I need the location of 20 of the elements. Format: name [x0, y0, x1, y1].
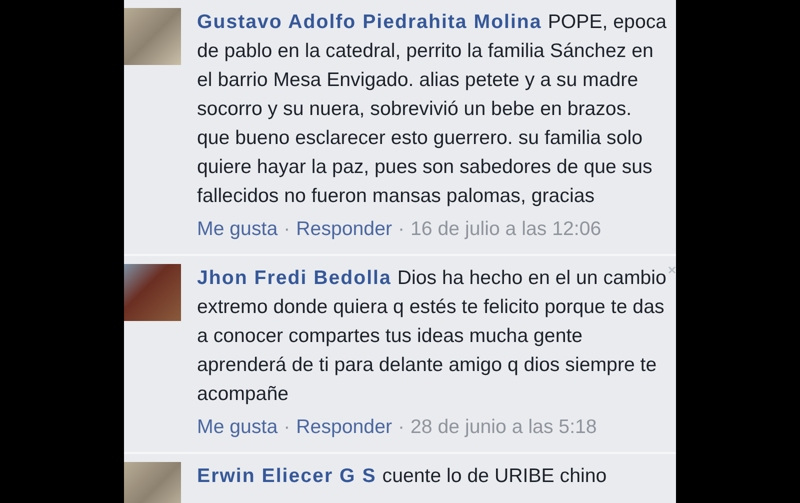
comment-text: Gustavo Adolfo Piedrahita Molina POPE, epoca de pablo en la catedral, perrito la familia Sánchez en el barrio Mesa Envigado. alias petete y a su madre socorro y su nuera, sobrevivió un bebe en brazos. que bueno esclarecer esto guerrero. su familia solo quiere hayar la paz, pues son sabedores de que sus fallecidos no fueron mansas palomas, gracias: [197, 10, 668, 209]
comment-time: 16 de julio a las 12:06: [410, 217, 602, 242]
comment-time: 28 de junio a las 5:18: [410, 415, 597, 440]
avatar-photo-placeholder: [124, 462, 181, 503]
reply-link[interactable]: Responder: [296, 215, 392, 244]
dot-separator: ·: [284, 217, 290, 242]
like-link[interactable]: Me gusta: [197, 215, 278, 244]
avatar-photo-placeholder: [124, 264, 181, 321]
dot-separator: ·: [398, 415, 405, 440]
author-link[interactable]: Jhon Fredi Bedolla: [197, 267, 392, 289]
close-icon[interactable]: [668, 266, 676, 274]
like-link[interactable]: Me gusta: [197, 413, 278, 442]
author-link[interactable]: Gustavo Adolfo Piedrahita Molina: [197, 11, 542, 33]
dot-separator: ·: [284, 415, 290, 440]
comment-text: Erwin Eliecer G S cuente lo de URIBE chino: [197, 464, 608, 489]
comment-text: Jhon Fredi Bedolla Dios ha hecho en el un cambio extremo donde quiera q estés te felicito porque te das a conocer compartes tus ideas mucha gente aprenderá de ti para delante amigo q dios siempre te acompañe: [197, 266, 668, 407]
reply-link[interactable]: Responder: [296, 413, 392, 442]
dot-separator: ·: [398, 217, 405, 242]
avatar-photo-placeholder: [124, 8, 181, 65]
author-link[interactable]: Erwin Eliecer G S: [197, 465, 376, 487]
